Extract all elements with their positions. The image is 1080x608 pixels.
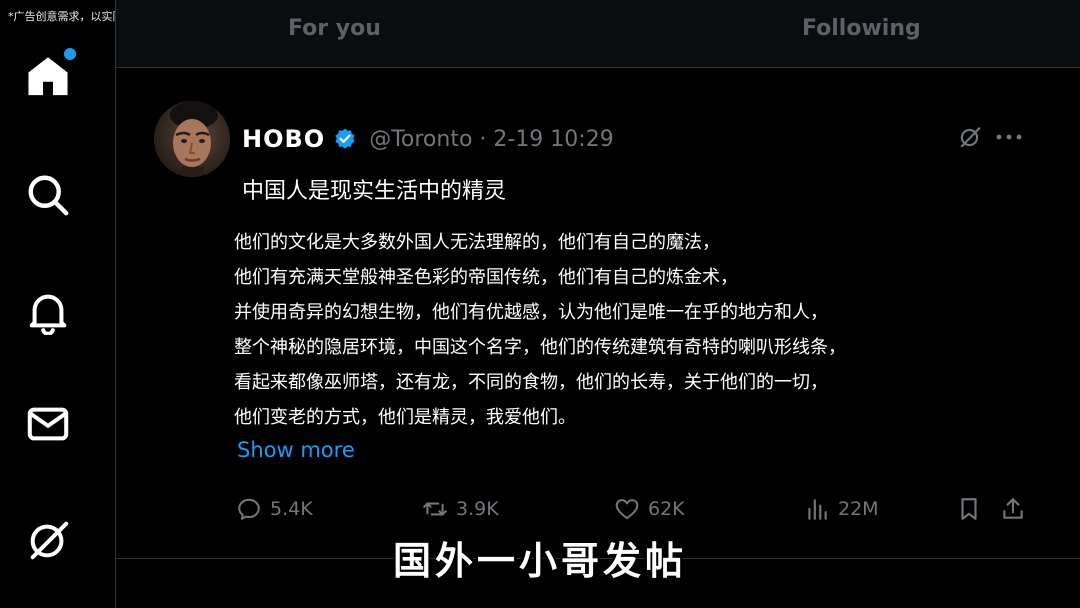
author-name[interactable]: HOBO [242,125,325,153]
bookmark-icon [961,498,977,520]
tab-following[interactable]: Following [802,16,921,41]
sidebar-item-search[interactable] [24,171,72,219]
heart-icon [615,499,639,520]
video-caption: 国外一小哥发帖 [392,539,687,583]
tweet-card[interactable]: HOBO @Toronto · 2-19 10:29 中国人是现实生活中的精灵 … [116,69,1080,559]
more-options-button[interactable] [992,121,1026,153]
tweet-text: 他们的文化是大多数外国人无法理解的，他们有自己的魔法， 他们有充满天堂般神圣色彩… [234,225,974,435]
bookmark-button[interactable] [956,493,982,525]
tweet-text-line: 他们变老的方式，他们是精灵，我爱他们。 [234,407,576,428]
tweet-actions: 5.4K 3.9K 62K 22M [234,493,1034,525]
tweet-text-line: 看起来都像巫师塔，还有龙，不同的食物，他们的长寿，关于他们的一切， [234,372,828,393]
search-icon [28,175,69,216]
tweet-text-line: 整个神秘的隐居环境，中国这个名字，他们的传统建筑有奇特的喇叭形线条， [234,337,846,358]
grok-icon [960,127,981,148]
grok-explain-button[interactable] [954,121,986,153]
like-count: 62K [648,498,685,520]
mail-icon [27,407,69,441]
avatar-portrait [154,101,230,177]
tweet-text-line: 他们的文化是大多数外国人无法理解的，他们有自己的魔法， [234,232,720,253]
repost-count: 3.9K [456,498,499,520]
notification-dot [64,48,76,60]
bell-icon [29,294,67,335]
share-button[interactable] [1000,493,1026,525]
reply-icon [238,498,260,520]
avatar[interactable] [154,101,230,177]
tweet-title: 中国人是现实生活中的精灵 [242,179,507,204]
repost-icon [423,502,447,516]
views-button[interactable]: 22M [804,493,879,525]
repost-button[interactable]: 3.9K [422,493,499,525]
verified-badge-icon [335,128,355,149]
reply-button[interactable]: 5.4K [236,493,313,525]
analytics-icon [808,499,827,520]
more-horizontal-icon [996,134,1022,140]
tweet-text-line: 他们有充满天堂般神圣色彩的帝国传统，他们有自己的炼金术， [234,267,738,288]
sidebar [0,0,116,608]
sidebar-item-notifications[interactable] [24,288,72,336]
reply-count: 5.4K [270,498,313,520]
sidebar-item-messages[interactable] [24,400,72,448]
tweet-text-line: 并使用奇异的幻想生物，他们有优越感，认为他们是唯一在乎的地方和人， [234,302,828,323]
view-count: 22M [838,498,879,520]
timeline-tabs: For you Following [116,0,1080,68]
sidebar-item-home[interactable] [24,48,76,100]
show-more-link[interactable]: Show more [237,438,355,462]
like-button[interactable]: 62K [614,493,685,525]
share-icon [1003,498,1023,519]
tweet-header: HOBO @Toronto · 2-19 10:29 [242,121,614,157]
home-icon [28,57,68,96]
author-handle-time[interactable]: @Toronto · 2-19 10:29 [369,127,614,152]
tab-for-you[interactable]: For you [288,16,381,41]
